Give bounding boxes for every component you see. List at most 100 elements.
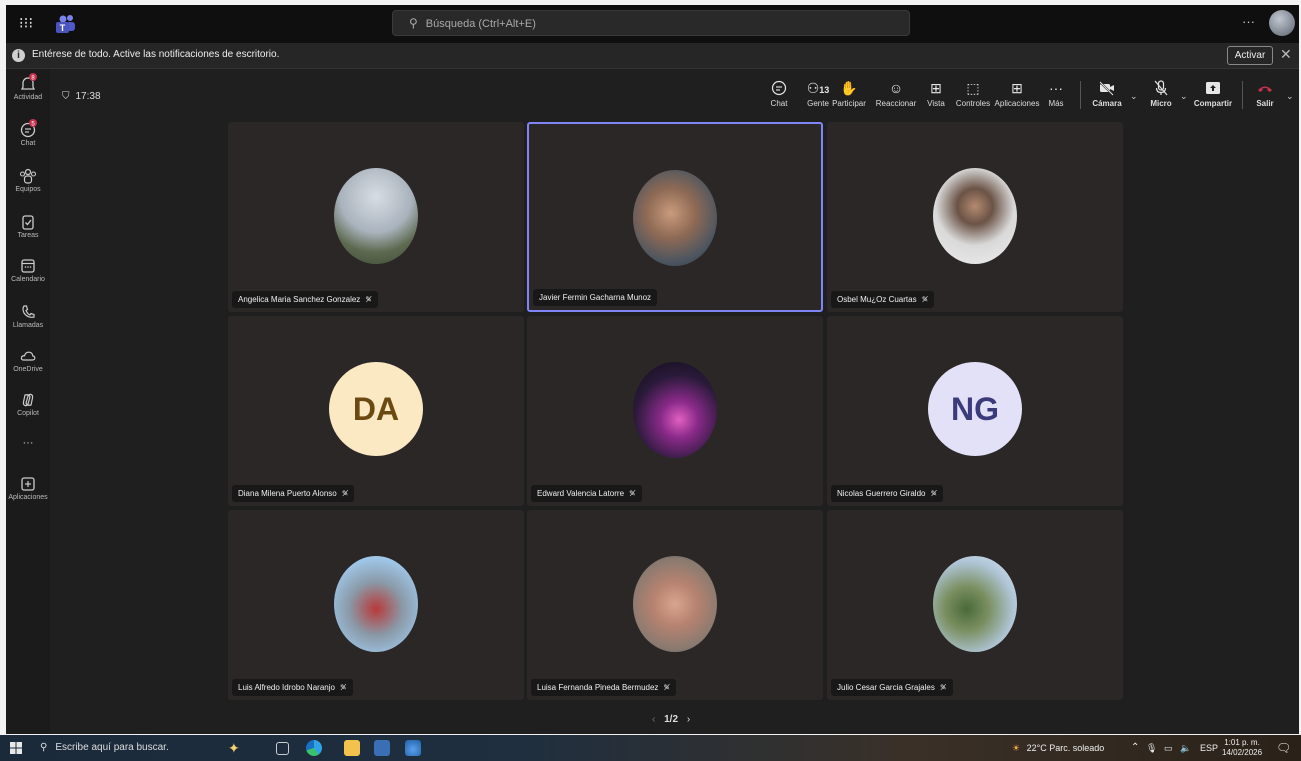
toolbar-divider [1080,81,1081,109]
mic-label: Micro [1150,99,1172,108]
rail-item-equipos[interactable]: Equipos [6,167,50,193]
rail-label: Equipos [15,186,41,193]
camera-label: Cámara [1092,99,1122,108]
tray-chevron-icon[interactable]: ⌃ [1131,735,1139,761]
rail-item-actividad[interactable]: 8 Actividad [6,73,50,101]
leave-button[interactable]: Salir [1250,79,1280,108]
rail-item-chat[interactable]: 5 Chat [6,119,50,147]
profile-avatar[interactable] [1269,10,1295,36]
tasks-icon [22,215,34,230]
participant-name-tag: Angelica Maria Sanchez Gonzalez ✎̸ [232,291,378,308]
participant-photo [633,362,717,458]
settings-more-button[interactable]: ··· [1242,14,1255,29]
file-explorer-icon[interactable] [344,740,360,756]
mic-button[interactable]: Micro [1146,79,1176,108]
raise-hand-button[interactable]: ✋ Participar [826,79,872,108]
participant-tile[interactable]: Luis Alfredo Idrobo Naranjo ✎̸ [228,510,524,700]
participant-photo [334,168,418,264]
prev-page-icon[interactable]: ‹ [652,714,655,725]
windows-start-icon[interactable] [10,742,22,754]
weather-widget[interactable]: ☀ 22°C Parc. soleado [1012,735,1104,761]
clock[interactable]: 1:01 p. m. 14/02/2026 [1222,738,1262,758]
controls-button[interactable]: ⬚ Controles [954,79,992,108]
taskbar-search-input[interactable]: ⚲ Escribe aquí para buscar. [32,739,202,757]
leave-options-chevron-icon[interactable]: ⌄ [1286,91,1294,102]
participant-tile[interactable]: Angelica Maria Sanchez Gonzalez ✎̸ [228,122,524,312]
raise-hand-label: Participar [832,99,866,108]
rail-item-aplicaciones[interactable]: Aplicaciones [6,475,50,501]
rail-item-onedrive[interactable]: OneDrive [6,347,50,373]
share-button[interactable]: Compartir [1190,79,1236,108]
rail-item-calendario[interactable]: Calendario [6,257,50,283]
toolbar-divider [1242,81,1243,109]
notification-banner: i Entérese de todo. Active las notificac… [6,43,1299,69]
rail-item-llamadas[interactable]: Llamadas [6,303,50,329]
rail-label: Calendario [11,276,45,283]
participant-tile-active-speaker[interactable]: Javier Fermin Gacharna Munoz [527,122,823,312]
leave-label: Salir [1256,99,1274,108]
rail-item-tareas[interactable]: Tareas [6,213,50,239]
rail-label: Chat [20,140,36,147]
phone-icon [22,305,35,318]
task-view-icon[interactable] [276,742,289,755]
notifications-icon[interactable]: 🗨 [1276,735,1291,761]
store-icon[interactable] [374,740,390,756]
weather-text: 22°C Parc. soleado [1026,743,1105,753]
participant-name: Julio Cesar Garcia Grajales [837,683,935,692]
participant-name-tag: Nicolas Guerrero Giraldo ✎̸ [831,485,944,502]
participant-tile[interactable]: NG Nicolas Guerrero Giraldo ✎̸ [827,316,1123,506]
activate-notifications-button[interactable]: Activar [1227,46,1273,65]
copilot-sparkle-icon[interactable]: ✦ [228,740,244,756]
next-page-icon[interactable]: › [687,714,690,725]
volume-icon[interactable]: 🔈 [1180,735,1191,761]
participant-tile[interactable]: Julio Cesar Garcia Grajales ✎̸ [827,510,1123,700]
participant-name-tag: Osbel Mu¿Oz Cuartas ✎̸ [831,291,935,308]
outlook-icon[interactable] [405,740,421,756]
participant-tile[interactable]: DA Diana Milena Puerto Alonso ✎̸ [228,316,524,506]
teams-logo-icon[interactable]: T [54,14,76,34]
title-bar: ⁝⁝⁝ T ⚲ Búsqueda (Ctrl+Alt+E) ··· [6,5,1299,43]
participant-name-tag: Luis Alfredo Idrobo Naranjo ✎̸ [232,679,353,696]
mic-muted-icon: ✎̸ [939,683,947,692]
edge-browser-icon[interactable] [306,740,322,756]
camera-options-chevron-icon[interactable]: ⌄ [1130,91,1138,102]
rail-label: Tareas [17,232,39,239]
controls-icon: ⬚ [966,80,980,96]
language-indicator[interactable]: ESP [1200,735,1218,761]
rail-item-copilot[interactable]: Copilot [6,391,50,417]
apps-button[interactable]: ⊞ Aplicaciones [992,79,1042,108]
network-icon[interactable]: ▭ [1164,735,1173,761]
participant-tile[interactable]: Luisa Fernanda Pineda Bermudez ✎̸ [527,510,823,700]
more-button[interactable]: ··· Más [1044,79,1068,108]
rail-more-button[interactable]: ··· [6,437,50,449]
mic-options-chevron-icon[interactable]: ⌄ [1180,91,1188,102]
participant-tile[interactable]: Edward Valencia Latorre ✎̸ [527,316,823,506]
participant-name: Diana Milena Puerto Alonso [238,489,337,498]
weather-icon: ☀ [1012,743,1021,753]
calendar-icon [21,259,35,273]
mic-muted-icon: ✎̸ [629,489,636,498]
apps-icon [21,477,35,491]
search-input[interactable]: ⚲ Búsqueda (Ctrl+Alt+E) [392,10,910,36]
share-icon [1206,82,1220,94]
taskbar-search-placeholder: Escribe aquí para buscar. [55,742,169,753]
chat-button[interactable]: Chat [762,79,796,108]
rail-label: Actividad [13,94,43,101]
tray-mic-icon[interactable]: 🎙 [1146,735,1157,761]
shield-icon: ⛉ [62,91,70,102]
camera-button[interactable]: Cámara [1090,79,1124,108]
page-indicator: 1/2 [664,714,679,725]
banner-close-icon[interactable]: ✕ [1280,46,1292,63]
search-icon: ⚲ [40,742,48,753]
participant-tile[interactable]: Osbel Mu¿Oz Cuartas ✎̸ [827,122,1123,312]
info-icon: i [12,49,25,62]
react-label: Reaccionar [875,99,917,108]
mic-muted-icon: ✎̸ [339,683,347,692]
view-button[interactable]: ⊞ Vista [920,79,952,108]
participant-initials-avatar: DA [329,362,423,456]
app-launcher-icon[interactable]: ⁝⁝⁝ [16,14,36,34]
react-button[interactable]: ☺ Reaccionar [872,79,920,108]
participant-name: Angelica Maria Sanchez Gonzalez [238,295,361,304]
rail-label: OneDrive [13,366,43,373]
clock-time: 1:01 p. m. [1224,738,1260,747]
